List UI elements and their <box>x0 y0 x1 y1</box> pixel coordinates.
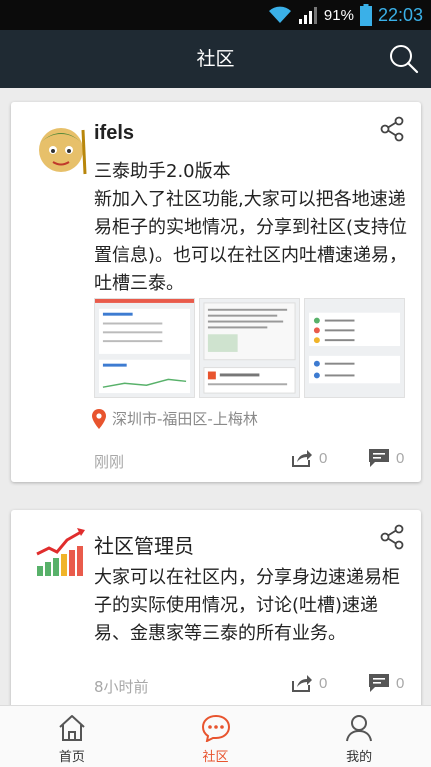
share-count-button[interactable]: 0 <box>291 673 327 693</box>
location-pin-icon <box>92 408 106 429</box>
comment-count: 0 <box>396 449 405 467</box>
nav-item-community[interactable]: 社区 <box>144 706 288 767</box>
post-image[interactable] <box>94 298 195 398</box>
signal-icon <box>298 7 317 24</box>
comment-icon <box>369 449 389 467</box>
location-text: 深圳市-福田区-上梅林 <box>112 410 258 428</box>
share-count: 0 <box>319 449 328 467</box>
share-icon[interactable] <box>379 116 405 142</box>
post-author[interactable]: ifels <box>94 122 134 145</box>
search-icon[interactable] <box>387 42 421 76</box>
app-bar: 社区 <box>0 30 431 88</box>
chat-icon <box>201 714 230 742</box>
home-icon <box>59 715 85 741</box>
post-body: 大家可以在社区内，分享身边速递易柜子的实际使用情况，讨论(吐槽)速递易、金惠家等… <box>94 567 400 644</box>
comment-count: 0 <box>396 674 405 692</box>
post-image[interactable] <box>304 298 405 398</box>
post-time: 8小时前 <box>94 678 149 696</box>
battery-icon <box>359 4 372 26</box>
share-count-button[interactable]: 0 <box>291 448 327 468</box>
avatar[interactable] <box>33 524 89 580</box>
nav-label-home: 首页 <box>58 750 85 765</box>
nav-label-community: 社区 <box>202 750 229 765</box>
share-icon[interactable] <box>379 524 405 550</box>
share-arrow-icon <box>292 675 312 692</box>
comment-count-button[interactable]: 0 <box>368 673 404 693</box>
comment-count-button[interactable]: 0 <box>368 448 404 468</box>
post-body: 三泰助手2.0版本 新加入了社区功能,大家可以把各地速递易柜子的实地情况，分享到… <box>94 161 408 294</box>
nav-label-mine: 我的 <box>346 750 373 765</box>
community-feed[interactable]: ifels 三泰助手2.0版本 新加入了社区功能,大家可以把各地速递易柜子的实地… <box>0 88 431 705</box>
post-time: 刚刚 <box>94 453 125 471</box>
post-author[interactable]: 社区管理员 <box>94 530 194 559</box>
status-indicators: 91% 22:03 <box>268 0 423 30</box>
page-title: 社区 <box>196 48 235 70</box>
wifi-icon <box>268 6 291 23</box>
share-count: 0 <box>319 674 328 692</box>
status-bar: 91% 22:03 <box>0 0 431 30</box>
status-time: 22:03 <box>377 4 423 25</box>
user-icon <box>346 715 373 742</box>
nav-item-home[interactable]: 首页 <box>0 706 144 767</box>
post-card[interactable]: ifels 三泰助手2.0版本 新加入了社区功能,大家可以把各地速递易柜子的实地… <box>11 102 421 482</box>
avatar[interactable] <box>33 120 89 176</box>
nav-item-mine[interactable]: 我的 <box>287 706 431 767</box>
post-images <box>94 298 405 398</box>
post-card[interactable]: 社区管理员 大家可以在社区内，分享身边速递易柜子的实际使用情况，讨论(吐槽)速递… <box>11 510 421 705</box>
bottom-nav: 首页 社区 我的 <box>0 705 431 767</box>
post-location[interactable]: 深圳市-福田区-上梅林 <box>92 408 258 429</box>
share-arrow-icon <box>292 450 312 467</box>
comment-icon <box>369 674 389 692</box>
post-image[interactable] <box>199 298 300 398</box>
battery-percent: 91% <box>323 6 354 24</box>
